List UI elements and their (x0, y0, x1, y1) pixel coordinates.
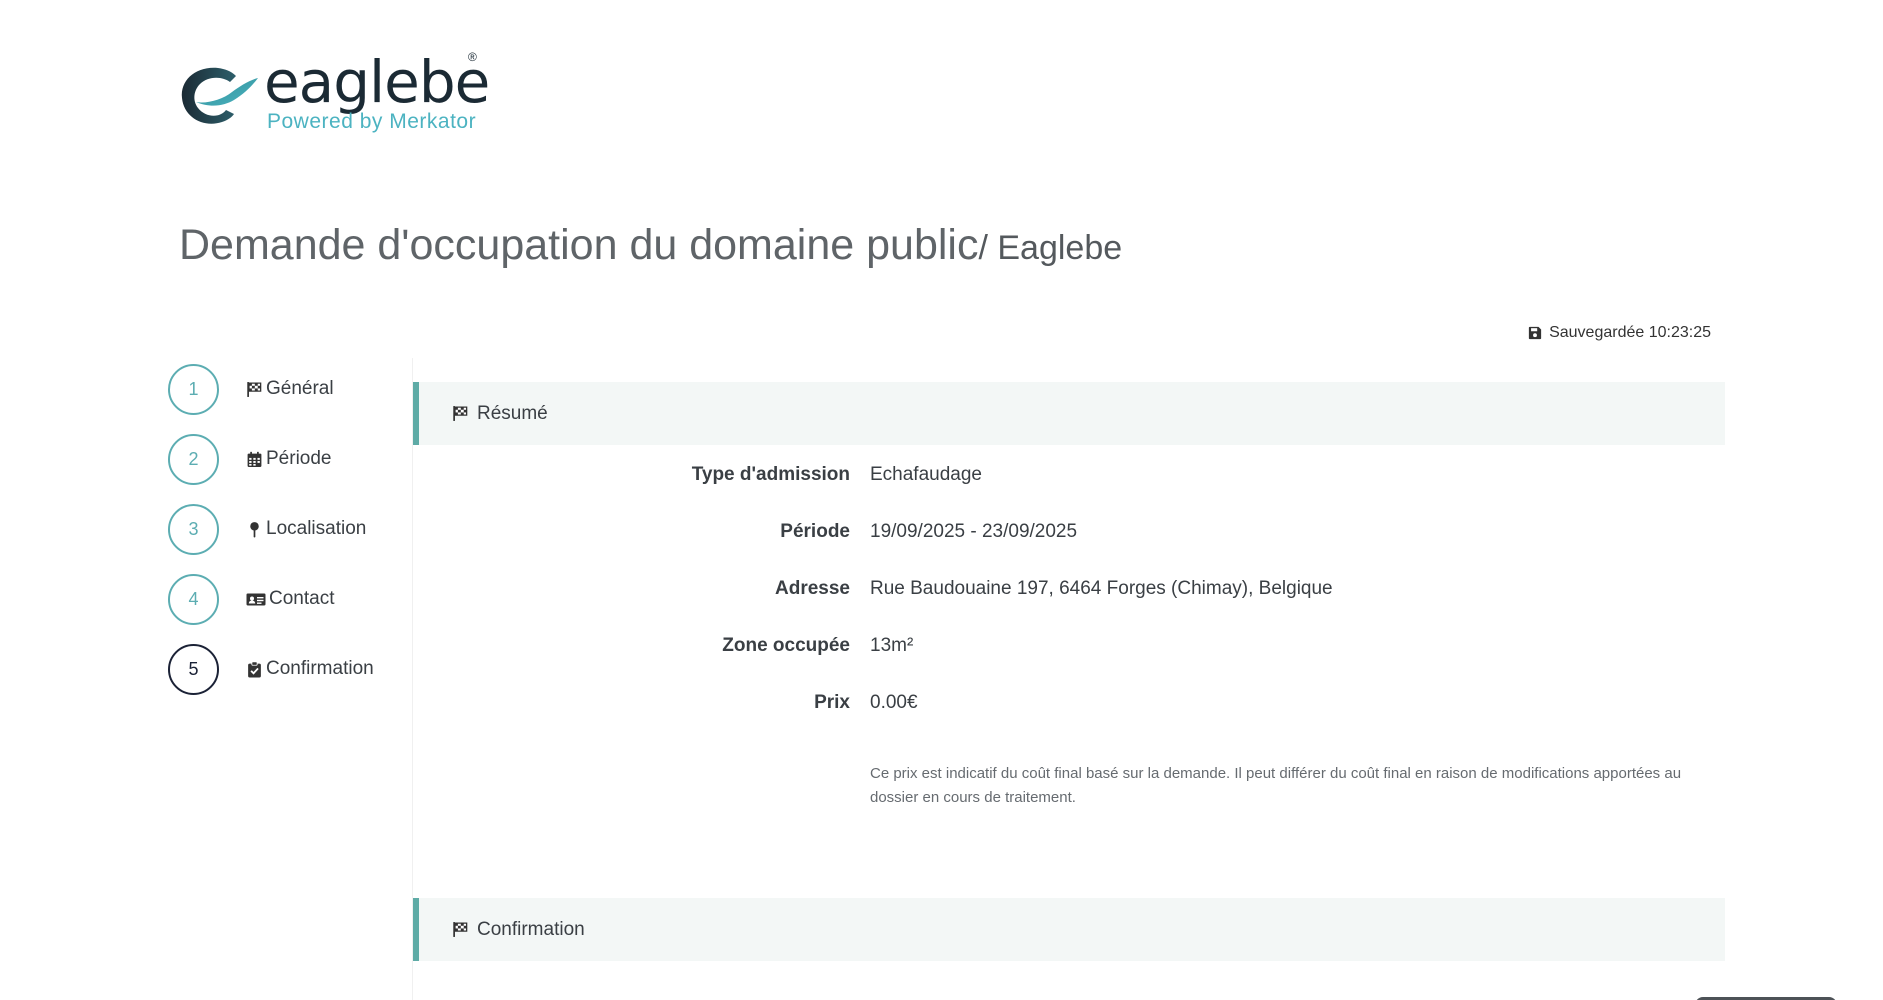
flag-checkered-icon (453, 922, 468, 937)
step-number: 4 (168, 573, 219, 625)
summary-list: Type d'admission Echafaudage Période 19/… (413, 464, 1725, 749)
summary-label: Zone occupée (722, 635, 850, 656)
page-title-main: Demande d'occupation du domaine public (179, 221, 979, 269)
clipboard-check-icon (248, 660, 261, 677)
logo-wordmark: eaglebe (264, 48, 490, 116)
step-localisation[interactable]: 3 Localisation (168, 494, 408, 564)
step-label-text: Confirmation (266, 658, 374, 679)
section-title: Confirmation (477, 918, 585, 940)
summary-row-adresse: Adresse Rue Baudouaine 197, 6464 Forges … (413, 578, 1725, 635)
step-number: 2 (168, 433, 219, 485)
page-subtitle: / Eaglebe (978, 229, 1123, 267)
section-title: Résumé (477, 402, 548, 424)
summary-row-type: Type d'admission Echafaudage (413, 464, 1725, 521)
calendar-icon (247, 451, 262, 467)
summary-value: 0.00€ (870, 692, 918, 713)
save-status-text: Sauvegardée 10:23:25 (1549, 324, 1711, 341)
eaglebe-logo-mark-icon (181, 67, 258, 124)
step-label-text: Général (266, 378, 334, 399)
step-label-text: Contact (269, 588, 335, 609)
summary-value: 19/09/2025 - 23/09/2025 (870, 521, 1078, 542)
step-periode[interactable]: 2 Période (168, 424, 408, 494)
summary-label: Période (780, 521, 850, 542)
eaglebe-logo[interactable]: eaglebe ® Powered by Merkator (178, 48, 490, 135)
summary-value: 13m² (870, 635, 914, 656)
step-label-text: Période (266, 448, 332, 469)
summary-label: Type d'admission (691, 464, 850, 485)
step-label-text: Localisation (266, 518, 367, 539)
summary-label: Adresse (775, 578, 850, 599)
step-general[interactable]: 1 Général (168, 354, 408, 424)
id-card-icon (246, 593, 266, 605)
summary-row-periode: Période 19/09/2025 - 23/09/2025 (413, 521, 1725, 578)
summary-row-zone: Zone occupée 13m² (413, 635, 1725, 692)
wizard-steps: 1 Général 2 Période 3 Localisation 4 Con… (168, 354, 408, 704)
step-number: 1 (168, 363, 219, 415)
summary-value: Echafaudage (870, 464, 982, 485)
flag-checkered-icon (247, 381, 262, 397)
summary-value: Rue Baudouaine 197, 6464 Forges (Chimay)… (870, 578, 1333, 599)
summary-label: Prix (814, 692, 850, 713)
map-pin-icon (250, 521, 259, 537)
step-number: 5 (168, 643, 219, 695)
flag-checkered-icon (453, 406, 468, 421)
logo-tagline: Powered by Merkator (267, 110, 477, 133)
save-status: Sauvegardée 10:23:25 (1528, 324, 1711, 342)
page-title: Demande d'occupation du domaine public/ … (179, 221, 1122, 270)
summary-row-prix: Prix 0.00€ (413, 692, 1725, 749)
step-contact[interactable]: 4 Contact (168, 564, 408, 634)
main-content: Résumé Type d'admission Echafaudage Péri… (412, 358, 1725, 1000)
floppy-disk-icon (1528, 326, 1542, 340)
step-confirmation[interactable]: 5 Confirmation (168, 634, 408, 704)
logo-registered-mark: ® (468, 50, 477, 64)
section-header-confirmation: Confirmation (413, 898, 1725, 961)
price-disclaimer: Ce prix est indicatif du coût final basé… (870, 765, 1682, 806)
section-header-resume: Résumé (413, 382, 1725, 445)
step-number: 3 (168, 503, 219, 555)
